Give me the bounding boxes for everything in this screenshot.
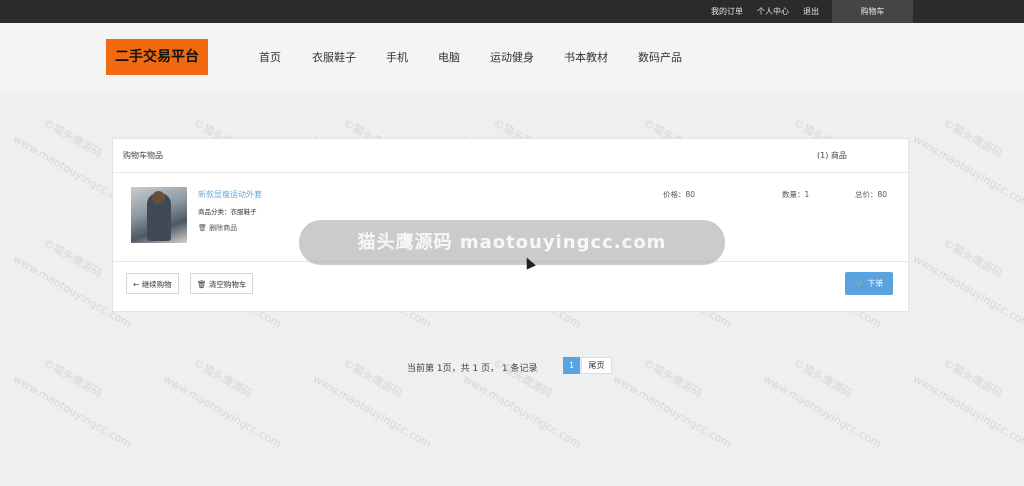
watermark-tile: ©猫头鹰源码 (340, 356, 405, 401)
watermark-tile: www.maotouyingcc.com (910, 132, 1024, 211)
watermark-banner: 猫头鹰源码 maotouyingcc.com (299, 220, 725, 265)
cart-count: (1) 商品 (817, 151, 847, 160)
product-figure-head (152, 191, 165, 204)
delete-item-label: 删除商品 (209, 224, 238, 232)
cart-panel-header: 购物车物品 (1) 商品 (113, 139, 908, 173)
watermark-tile: ©猫头鹰源码 (640, 356, 705, 401)
arrow-left-icon: ← (133, 280, 140, 289)
watermark-tile: www.maotouyingcc.com (160, 372, 284, 451)
my-orders-link[interactable]: 我的订单 (711, 0, 743, 23)
product-category: 商品分类：衣服鞋子 (198, 208, 257, 216)
watermark-tile: ©猫头鹰源码 (40, 356, 105, 401)
item-price: 价格：80 (663, 190, 696, 199)
cart-tab[interactable]: 购物车 (832, 0, 913, 23)
pagination-summary: 当前第 1页，共 1 页， 1 条记录 (407, 364, 538, 374)
last-page-button[interactable]: 尾页 (581, 357, 612, 374)
watermark-tile: www.maotouyingcc.com (310, 372, 434, 451)
watermark-tile: ©猫头鹰源码 (940, 236, 1005, 281)
item-total: 总价：80 (855, 190, 888, 199)
place-order-button[interactable]: 🛒 下单 (845, 272, 893, 295)
cart-title: 购物车物品 (123, 151, 163, 160)
trash-icon: 🗑 (198, 224, 207, 232)
site-logo[interactable]: 二手交易平台 (106, 39, 208, 75)
delete-item-button[interactable]: 🗑 删除商品 (198, 223, 237, 233)
watermark-tile: www.maotouyingcc.com (610, 372, 734, 451)
continue-shopping-label: 继续购物 (141, 280, 172, 289)
trash-icon: 🗑 (197, 280, 207, 289)
place-order-label: 下单 (867, 279, 884, 288)
logout-link[interactable]: 退出 (803, 0, 819, 23)
watermark-tile: ©猫头鹰源码 (190, 356, 255, 401)
watermark-tile: ©猫头鹰源码 (40, 236, 105, 281)
continue-shopping-button[interactable]: ← 继续购物 (126, 273, 179, 294)
watermark-tile: ©猫头鹰源码 (940, 356, 1005, 401)
page-1-button[interactable]: 1 (563, 357, 580, 374)
nav-digital[interactable]: 数码产品 (638, 49, 682, 65)
clear-cart-label: 清空购物车 (208, 280, 247, 289)
watermark-tile: ©猫头鹰源码 (790, 356, 855, 401)
watermark-tile: www.maotouyingcc.com (760, 372, 884, 451)
nav-sports[interactable]: 运动健身 (490, 49, 534, 65)
item-quantity: 数量：1 (782, 190, 810, 199)
profile-link[interactable]: 个人中心 (757, 0, 789, 23)
nav-phones[interactable]: 手机 (386, 49, 408, 65)
product-name-link[interactable]: 新款显瘦运动外套 (198, 189, 262, 200)
top-bar: 我的订单 个人中心 退出 购物车 (0, 0, 1024, 23)
nav-clothing[interactable]: 衣服鞋子 (312, 49, 356, 65)
nav-computers[interactable]: 电脑 (438, 49, 460, 65)
nav-home[interactable]: 首页 (259, 49, 281, 65)
nav-books[interactable]: 书本教材 (564, 49, 608, 65)
watermark-tile: www.maotouyingcc.com (10, 372, 134, 451)
header: 二手交易平台 首页 衣服鞋子 手机 电脑 运动健身 书本教材 数码产品 (0, 23, 1024, 91)
watermark-tile: ©猫头鹰源码 (940, 116, 1005, 161)
product-thumbnail[interactable] (131, 187, 187, 243)
watermark-tile: www.maotouyingcc.com (910, 252, 1024, 331)
cart-icon: 🛒 (854, 279, 865, 288)
watermark-tile: www.maotouyingcc.com (460, 372, 584, 451)
watermark-tile: www.maotouyingcc.com (910, 372, 1024, 451)
watermark-tile: ©猫头鹰源码 (40, 116, 105, 161)
clear-cart-button[interactable]: 🗑 清空购物车 (190, 273, 254, 294)
